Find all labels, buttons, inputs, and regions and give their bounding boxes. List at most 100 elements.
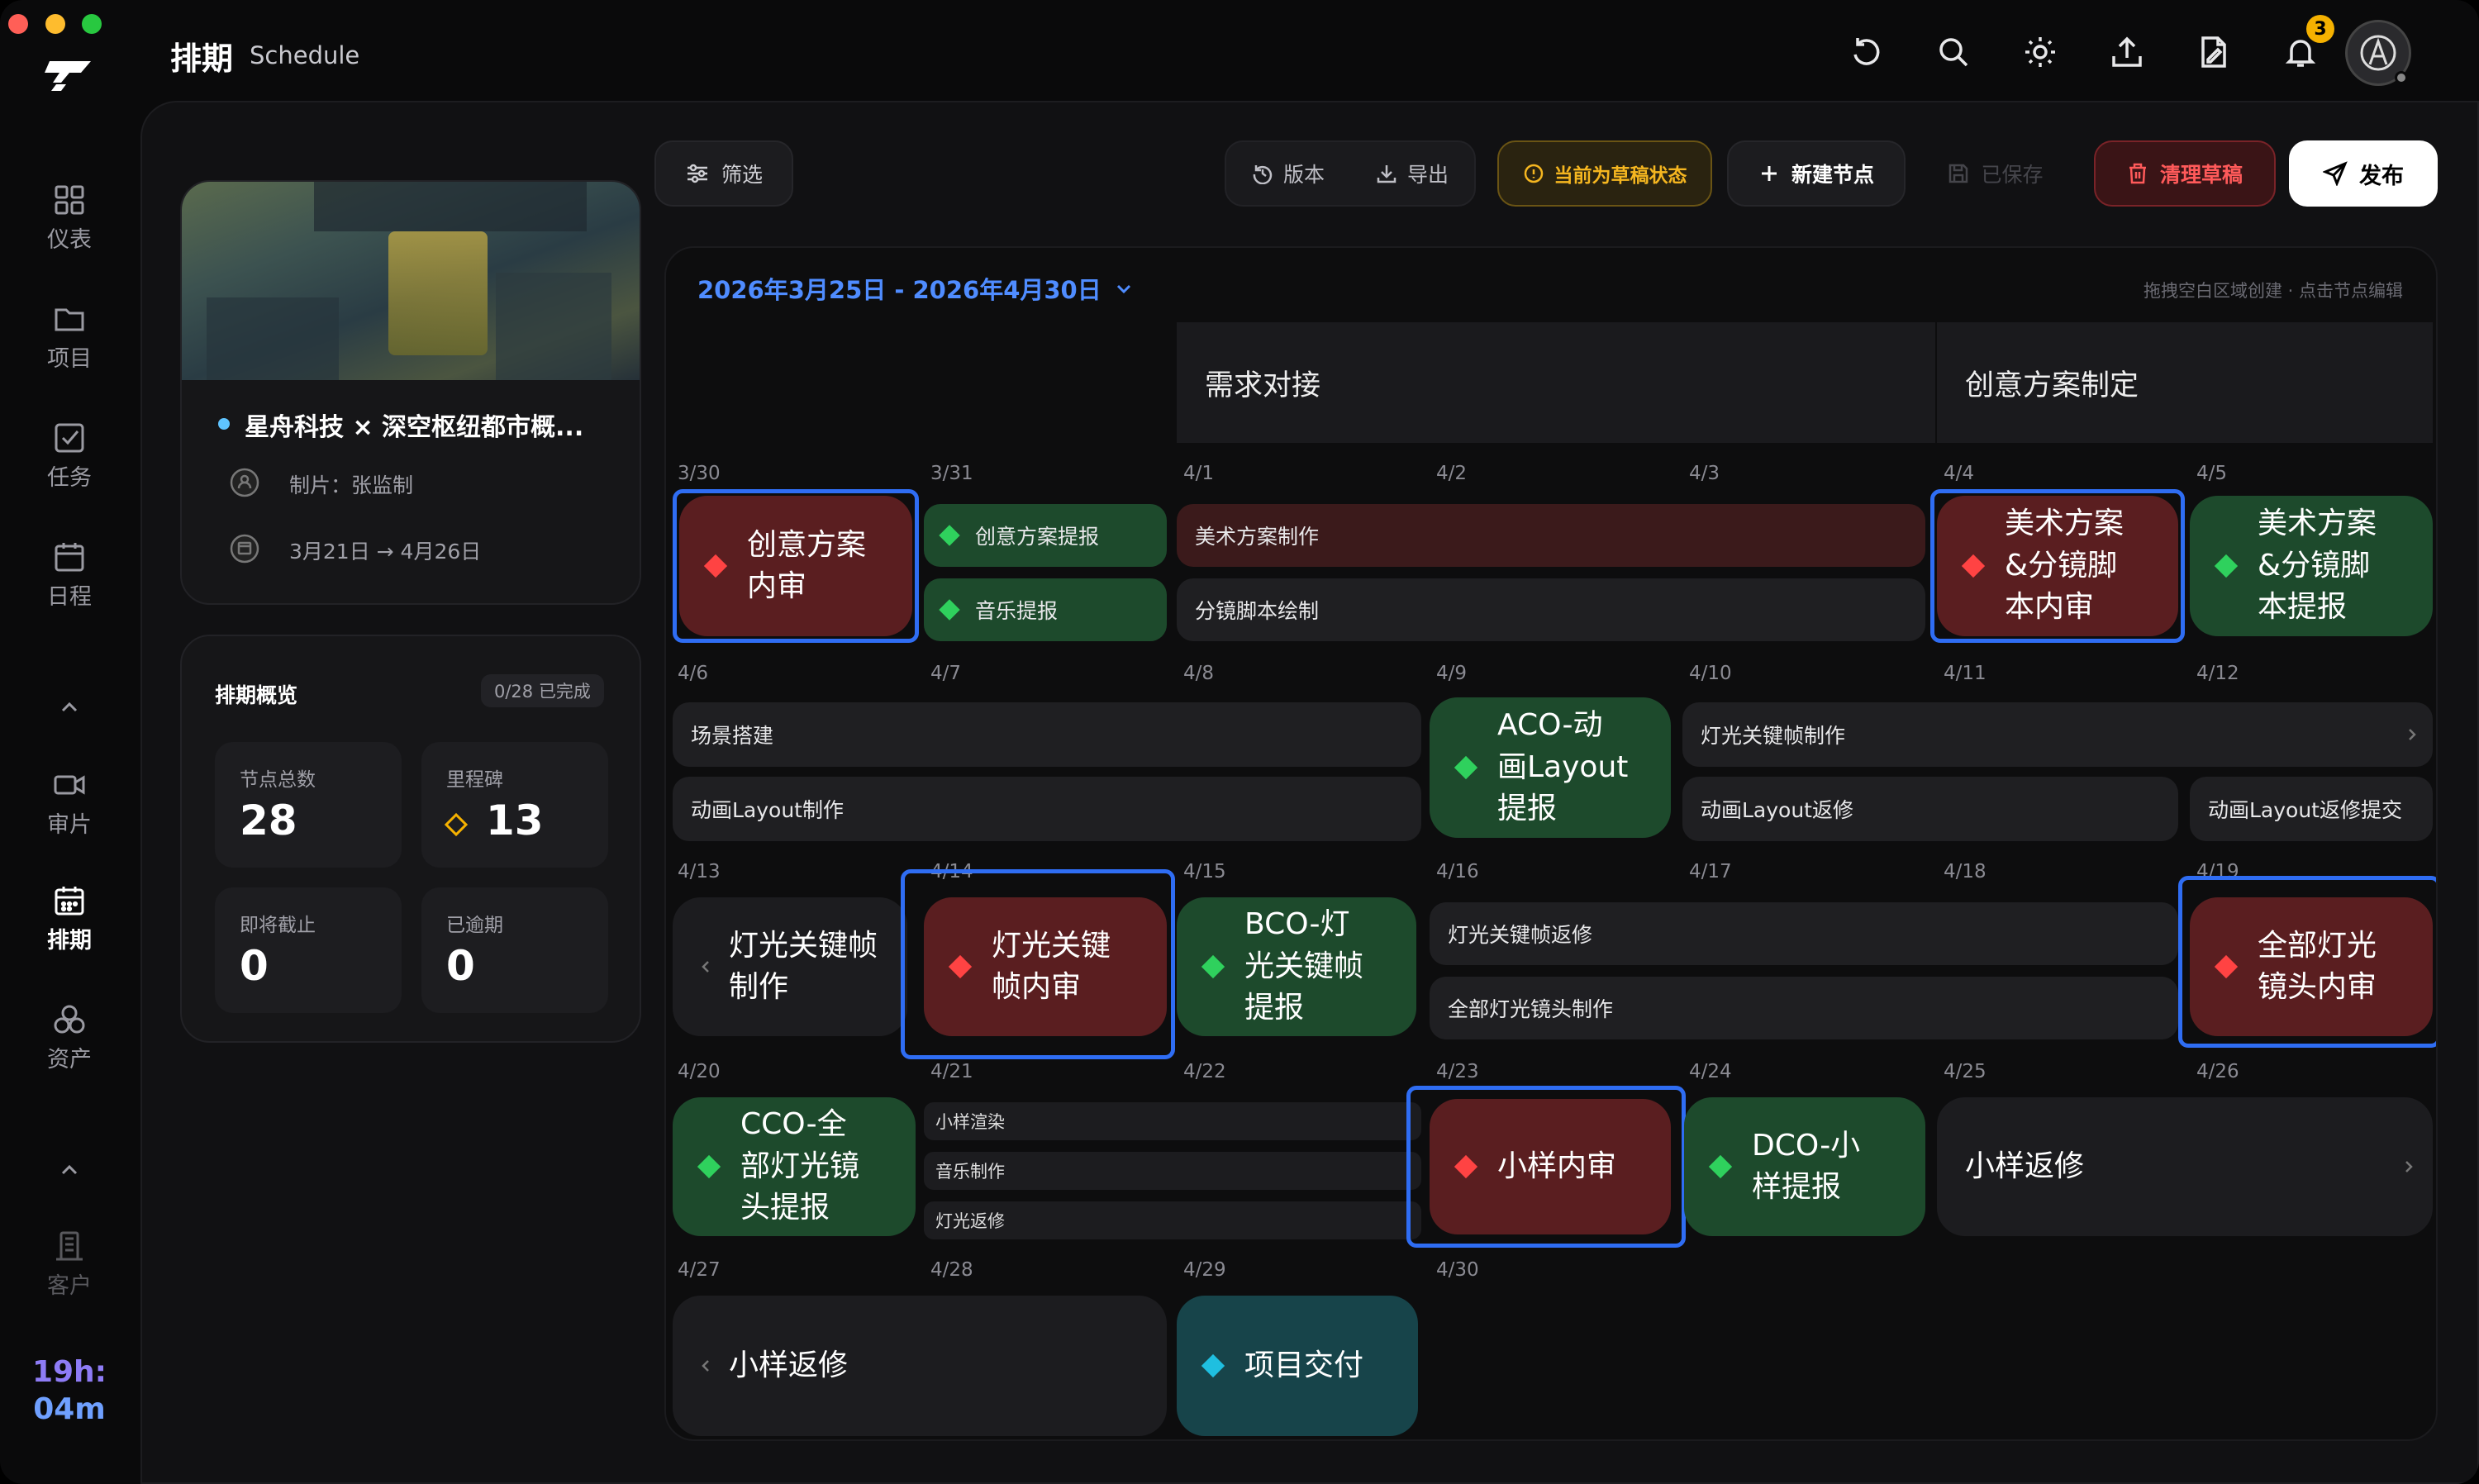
filter-button[interactable]: 筛选: [654, 140, 793, 207]
node-sample-internal-review[interactable]: 小样内审: [1430, 1099, 1671, 1234]
sidebar-item-review[interactable]: 审片: [23, 768, 116, 839]
node-dco-sample-pitch[interactable]: DCO-小 样提报: [1684, 1097, 1925, 1236]
date-label: 4/8: [1183, 663, 1215, 684]
sidebar-item-tasks[interactable]: 任务: [23, 421, 116, 492]
app-logo[interactable]: [45, 58, 94, 94]
task-creative-pitch[interactable]: 创意方案提报: [924, 504, 1167, 567]
node-aco-layout-pitch[interactable]: ACO-动 画Layout 提报: [1430, 697, 1671, 838]
date-label: 4/20: [678, 1061, 721, 1082]
node-label: 小样返修: [1965, 1149, 2085, 1183]
publish-button[interactable]: 发布: [2289, 140, 2438, 207]
saved-button[interactable]: 已保存: [1925, 140, 2066, 207]
date-label: 3/30: [678, 463, 721, 484]
sidebar-item-projects[interactable]: 项目: [23, 302, 116, 373]
task-label: 灯光返修: [935, 1211, 1005, 1231]
node-sample-revision-continued[interactable]: 小样返修: [673, 1296, 1167, 1436]
task-art-production[interactable]: 美术方案制作: [1177, 504, 1925, 567]
collapse-chevron-icon[interactable]: [58, 699, 81, 716]
task-music-pitch[interactable]: 音乐提报: [924, 578, 1167, 641]
publish-label: 发布: [2359, 163, 2404, 189]
node-lighting-keyframe-production[interactable]: 灯光关键帧 制作: [673, 897, 907, 1036]
project-cover-image: [182, 182, 640, 380]
version-button[interactable]: 版本: [1226, 159, 1350, 188]
task-layout-revision-submit[interactable]: 动画Layout返修提交: [2190, 777, 2433, 841]
task-music-production[interactable]: 音乐制作: [924, 1152, 1421, 1190]
milestone-diamond-icon: [1454, 755, 1478, 780]
task-sample-render[interactable]: 小样渲染: [924, 1102, 1421, 1140]
stat-total-nodes: 节点总数 28: [215, 742, 402, 868]
document-signature-icon[interactable]: [2196, 35, 2231, 69]
sidebar-item-clients[interactable]: 客户: [23, 1230, 116, 1300]
milestone-diamond-icon: [939, 599, 960, 621]
task-lighting-keyframe-revision[interactable]: 灯光关键帧返修: [1430, 902, 2178, 965]
theme-sun-icon[interactable]: [2023, 35, 2058, 69]
task-lighting-keyframes[interactable]: 灯光关键帧制作: [1682, 702, 2433, 767]
node-label: DCO-小 样提报: [1752, 1128, 1861, 1204]
collapse-chevron-icon[interactable]: [58, 1162, 81, 1178]
date-label: 4/9: [1436, 663, 1468, 684]
minimize-window-button[interactable]: [45, 14, 65, 34]
project-date-range: 3月21日 → 4月26日: [289, 540, 482, 564]
task-label: 动画Layout返修: [1701, 798, 1853, 822]
date-label: 4/25: [1944, 1061, 1987, 1082]
date-label: 4/3: [1689, 463, 1720, 484]
timer-minutes: 04m: [33, 1392, 106, 1426]
task-scene-building[interactable]: 场景搭建: [673, 702, 1421, 767]
node-all-lighting-review[interactable]: 全部灯光 镜头内审: [2190, 897, 2433, 1036]
node-label: ACO-动 画Layout 提报: [1497, 708, 1629, 826]
node-creative-internal-review[interactable]: 创意方案 内审: [679, 496, 912, 636]
date-label: 4/2: [1436, 463, 1468, 484]
search-icon[interactable]: [1936, 35, 1971, 69]
new-node-button[interactable]: 新建节点: [1727, 140, 1906, 207]
project-card[interactable]: 星舟科技 × 深空枢纽都市概... 制片：张监制 3月21日 → 4月26日: [180, 180, 641, 605]
task-animation-layout[interactable]: 动画Layout制作: [673, 777, 1421, 841]
milestone-diamond-icon: [703, 554, 728, 578]
project-name: 星舟科技 × 深空枢纽都市概...: [245, 413, 584, 442]
node-lighting-keyframe-review[interactable]: 灯光关键 帧内审: [924, 897, 1167, 1036]
clear-draft-button[interactable]: 清理草稿: [2094, 140, 2276, 207]
sidebar-item-label: 排期: [47, 928, 92, 954]
dashboard-icon: [55, 185, 84, 215]
node-bco-lighting-pitch[interactable]: BCO-灯 光关键帧 提报: [1177, 897, 1416, 1036]
node-art-storyboard-pitch[interactable]: 美术方案 &分镜脚 本提报: [2190, 496, 2433, 636]
date-label: 4/16: [1436, 861, 1479, 882]
undo-refresh-icon[interactable]: [1849, 35, 1884, 69]
task-label: 美术方案制作: [1195, 525, 1320, 549]
version-label: 版本: [1282, 163, 1325, 187]
task-all-lighting-shots[interactable]: 全部灯光镜头制作: [1430, 977, 2178, 1039]
export-button[interactable]: 导出: [1350, 159, 1474, 188]
date-label: 4/19: [2196, 861, 2239, 882]
stat-label: 里程碑: [446, 769, 503, 791]
node-project-delivery[interactable]: 项目交付: [1177, 1296, 1418, 1436]
task-label: 音乐制作: [935, 1162, 1005, 1182]
zoom-window-button[interactable]: [82, 14, 102, 34]
date-label: 4/1: [1183, 463, 1215, 484]
sidebar-item-assets[interactable]: 资产: [23, 1003, 116, 1073]
task-storyboard[interactable]: 分镜脚本绘制: [1177, 578, 1925, 641]
milestone-diamond-icon: [1201, 1353, 1225, 1378]
milestone-diamond-icon: [1454, 1154, 1478, 1179]
node-sample-revision[interactable]: 小样返修: [1937, 1097, 2433, 1236]
date-label: 4/4: [1944, 463, 1975, 484]
date-range-selector[interactable]: 2026年3月25日 - 2026年4月30日: [697, 271, 1133, 306]
draft-status-button[interactable]: 当前为草稿状态: [1497, 140, 1712, 207]
node-art-storyboard-review[interactable]: 美术方案 &分镜脚 本内审: [1937, 496, 2178, 636]
task-lighting-revision[interactable]: 灯光返修: [924, 1201, 1421, 1239]
task-label: 分镜脚本绘制: [1195, 599, 1320, 623]
schedule-board[interactable]: 2026年3月25日 - 2026年4月30日 拖拽空白区域创建 · 点击节点编…: [664, 246, 2438, 1441]
milestone-diamond-icon: [948, 954, 973, 979]
stat-value: 0: [446, 942, 475, 990]
node-cco-lighting-pitch[interactable]: CCO-全 部灯光镜 头提报: [673, 1097, 916, 1236]
date-label: 4/23: [1436, 1061, 1479, 1082]
task-layout-revision[interactable]: 动画Layout返修: [1682, 777, 2178, 841]
close-window-button[interactable]: [8, 14, 28, 34]
sidebar-item-label: 日程: [47, 584, 92, 610]
upload-icon[interactable]: [2110, 35, 2144, 69]
stat-value: 13: [486, 797, 544, 844]
task-label: 场景搭建: [691, 724, 774, 748]
sidebar-item-calendar[interactable]: 日程: [23, 540, 116, 611]
sidebar-item-label: 资产: [47, 1047, 92, 1073]
sidebar-item-schedule[interactable]: 排期: [23, 884, 116, 954]
milestone-diamond-icon: [1201, 954, 1225, 979]
sidebar-item-dashboard[interactable]: 仪表: [23, 183, 116, 254]
